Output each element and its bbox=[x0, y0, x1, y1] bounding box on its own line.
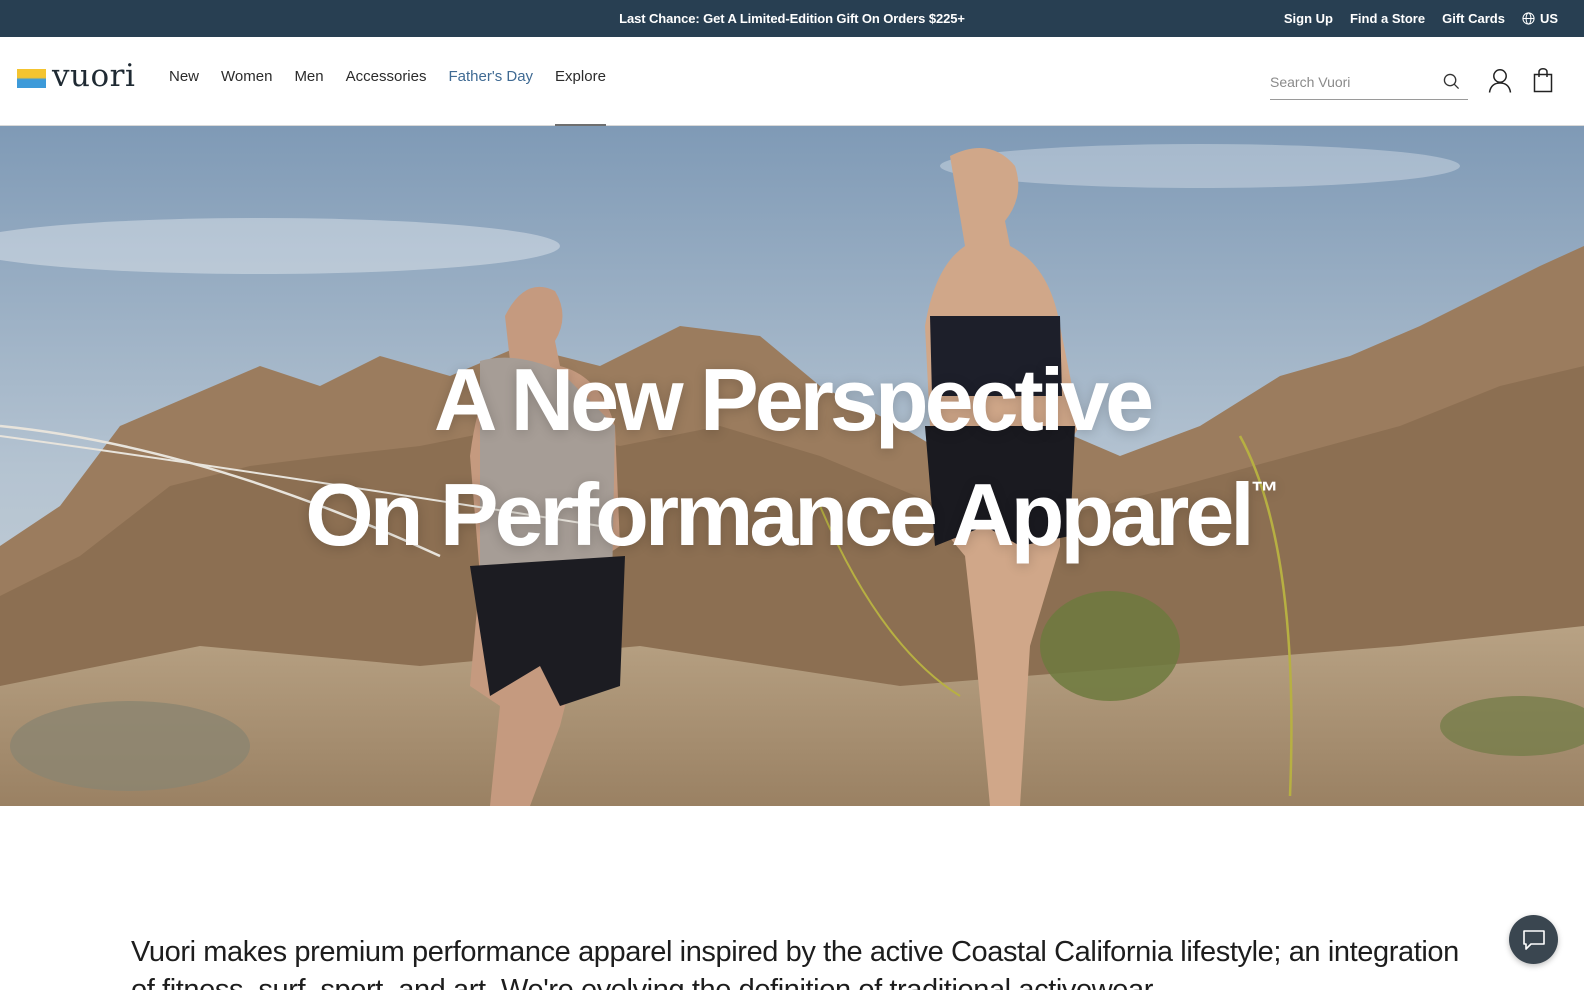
logo-wordmark: vuori bbox=[52, 58, 136, 94]
locale-label: US bbox=[1539, 11, 1558, 26]
hero-headline-line-1: A New Perspective bbox=[433, 350, 1154, 449]
hero-headline-line-2: On Performance Apparel™ bbox=[0, 446, 1584, 561]
hero-headline-line-2-text: On Performance Apparel bbox=[305, 465, 1254, 564]
nav-women[interactable]: Women bbox=[210, 37, 283, 125]
shopping-bag-icon[interactable] bbox=[1533, 68, 1553, 93]
logo-mark-icon bbox=[17, 69, 46, 88]
search-bar bbox=[1270, 64, 1468, 100]
site-header: vuori New Women Men Accessories Father's… bbox=[0, 37, 1584, 126]
chat-button[interactable] bbox=[1509, 915, 1558, 964]
hero-headline: A New Perspective On Performance Apparel… bbox=[0, 354, 1584, 561]
nav-men[interactable]: Men bbox=[283, 37, 334, 125]
announcement-bar: Last Chance: Get A Limited-Edition Gift … bbox=[0, 0, 1584, 37]
nav-accessories[interactable]: Accessories bbox=[335, 37, 438, 125]
brand-intro-text: Vuori makes premium performance apparel … bbox=[131, 936, 1459, 990]
nav-explore[interactable]: Explore bbox=[544, 37, 617, 126]
gift-cards-link[interactable]: Gift Cards bbox=[1442, 11, 1505, 26]
locale-selector[interactable]: US bbox=[1522, 11, 1558, 26]
trademark-symbol: ™ bbox=[1250, 476, 1279, 507]
nav-fathers-day[interactable]: Father's Day bbox=[437, 37, 544, 125]
search-icon[interactable] bbox=[1443, 73, 1460, 90]
search-input[interactable] bbox=[1270, 66, 1435, 97]
nav-new[interactable]: New bbox=[169, 37, 210, 125]
find-a-store-link[interactable]: Find a Store bbox=[1350, 11, 1425, 26]
globe-icon bbox=[1522, 12, 1535, 25]
sign-up-link[interactable]: Sign Up bbox=[1284, 11, 1333, 26]
main-nav: New Women Men Accessories Father's Day E… bbox=[169, 37, 617, 126]
utility-links: Sign Up Find a Store Gift Cards US bbox=[1284, 0, 1558, 37]
chat-bubble-icon bbox=[1522, 929, 1545, 950]
vuori-logo[interactable]: vuori bbox=[17, 61, 135, 92]
hero-banner[interactable]: A New Perspective On Performance Apparel… bbox=[0, 126, 1584, 806]
account-icon[interactable] bbox=[1488, 68, 1512, 93]
